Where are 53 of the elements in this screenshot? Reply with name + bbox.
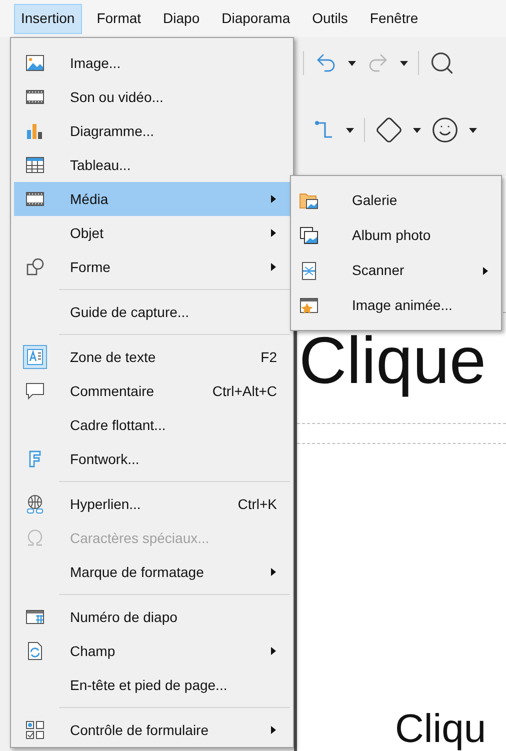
dropdown-caret-icon[interactable]: [400, 60, 408, 66]
shortcut-label: Ctrl+Alt+C: [212, 382, 278, 400]
speech-bubble-icon: [24, 380, 46, 402]
shortcut-label: F2: [260, 348, 278, 366]
submenu-arrow-icon: [483, 266, 488, 274]
menu-item[interactable]: Diagramme...: [14, 114, 290, 148]
form-control-icon: [24, 719, 46, 741]
menu-item[interactable]: En-tête et pied de page...: [14, 668, 290, 702]
menu-bar-item[interactable]: Fenêtre: [362, 4, 426, 34]
menu-item[interactable]: Tableau...: [14, 148, 290, 182]
submenu-arrow-icon: [271, 229, 276, 237]
submenu-arrow-icon: [271, 726, 276, 734]
shortcut-label: Ctrl+K: [238, 494, 278, 514]
dropdown-caret-icon[interactable]: [469, 128, 477, 132]
menu-item[interactable]: Champ: [14, 634, 290, 668]
menu-item[interactable]: Son ou vidéo...: [14, 80, 290, 114]
dropdown-caret-icon[interactable]: [413, 128, 421, 132]
body-placeholder-text: Cliqu: [395, 709, 486, 749]
table-icon: [24, 154, 46, 176]
menu-item[interactable]: Média: [14, 182, 290, 216]
menu-item[interactable]: Numéro de diapo: [14, 600, 290, 634]
smiley-icon[interactable]: [431, 116, 459, 144]
menu-item[interactable]: Fontwork...: [14, 442, 290, 476]
menu-item[interactable]: Hyperlien... Ctrl+K: [14, 487, 290, 521]
submenu-item[interactable]: Scanner: [294, 253, 498, 288]
menu-bar-item[interactable]: Format: [90, 4, 148, 34]
submenu-item[interactable]: Image animée...: [294, 288, 498, 323]
menu-item[interactable]: Commentaire Ctrl+Alt+C: [14, 374, 290, 408]
menu-item[interactable]: Marque de formatage: [14, 555, 290, 589]
menu-item[interactable]: Guide de capture...: [14, 295, 290, 329]
menu-item[interactable]: Cadre flottant...: [14, 408, 290, 442]
submenu-arrow-icon: [271, 263, 276, 271]
menu-bar-item[interactable]: Diapo: [156, 4, 207, 34]
menu-bar-item[interactable]: Insertion: [14, 4, 82, 34]
menu-bar-item[interactable]: Diaporama: [214, 4, 298, 34]
submenu-item[interactable]: Galerie: [294, 183, 498, 218]
menu-item[interactable]: Objet: [14, 216, 290, 250]
menu-item[interactable]: Contrôle de formulaire: [14, 713, 290, 747]
menu-item[interactable]: Image...: [14, 46, 290, 80]
submenu-arrow-icon: [271, 647, 276, 655]
dropdown-caret-icon[interactable]: [346, 128, 354, 132]
text-box-icon: [24, 346, 46, 368]
submenu-item[interactable]: Album photo: [294, 218, 498, 253]
submenu-arrow-icon: [271, 195, 276, 203]
menu-item[interactable]: Zone de texte F2: [14, 340, 290, 374]
image-icon: [24, 52, 46, 74]
diamond-icon[interactable]: [375, 116, 403, 144]
menu-item[interactable]: Forme: [14, 250, 290, 284]
dropdown-caret-icon[interactable]: [348, 60, 356, 66]
photo-album-icon: [298, 224, 320, 246]
search-icon[interactable]: [429, 50, 455, 76]
submenu-arrow-icon: [271, 568, 276, 576]
menu-bar-item[interactable]: Outils: [305, 4, 355, 34]
